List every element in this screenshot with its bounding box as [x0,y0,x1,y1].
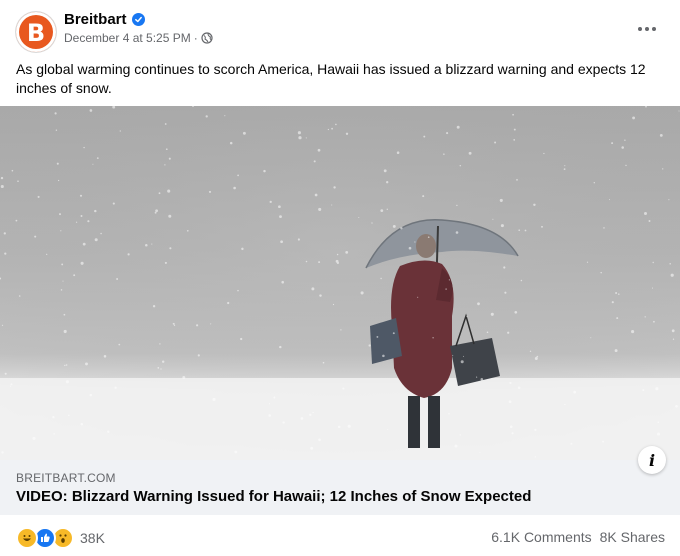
meta-separator: · [193,31,198,45]
snow-scene-image [0,106,680,460]
page-name-text[interactable]: Breitbart [64,11,127,28]
more-options-button[interactable] [632,14,662,44]
post-image[interactable] [0,106,680,460]
link-preview[interactable]: BREITBART.COM VIDEO: Blizzard Warning Is… [0,446,680,515]
link-domain: BREITBART.COM [16,471,116,485]
post-text: As global warming continues to scorch Am… [16,61,646,96]
globe-icon [201,32,213,44]
reaction-count[interactable]: 38K [80,530,105,546]
link-title[interactable]: VIDEO: Blizzard Warning Issued for Hawai… [16,488,531,505]
comments-count[interactable]: 6.1K Comments [491,529,591,545]
avatar-logo-letter: B [26,18,46,47]
info-icon[interactable]: i [638,446,666,474]
more-dot-icon [645,27,649,31]
facebook-post: B Breitbart December 4 at 5:25 PM · As g… [0,0,680,556]
post-timestamp[interactable]: December 4 at 5:25 PM [64,31,191,45]
more-dot-icon [652,27,656,31]
more-dot-icon [638,27,642,31]
shares-count[interactable]: 8K Shares [600,529,665,545]
post-meta: December 4 at 5:25 PM · [64,31,213,45]
reactions-summary[interactable]: 38K [16,527,105,549]
engagement-stats: 6.1K Comments 8K Shares [491,529,665,545]
page-name[interactable]: Breitbart [64,11,145,28]
page-avatar[interactable]: B [16,12,56,52]
verified-badge-icon [131,13,145,26]
haha-icon [16,527,38,549]
